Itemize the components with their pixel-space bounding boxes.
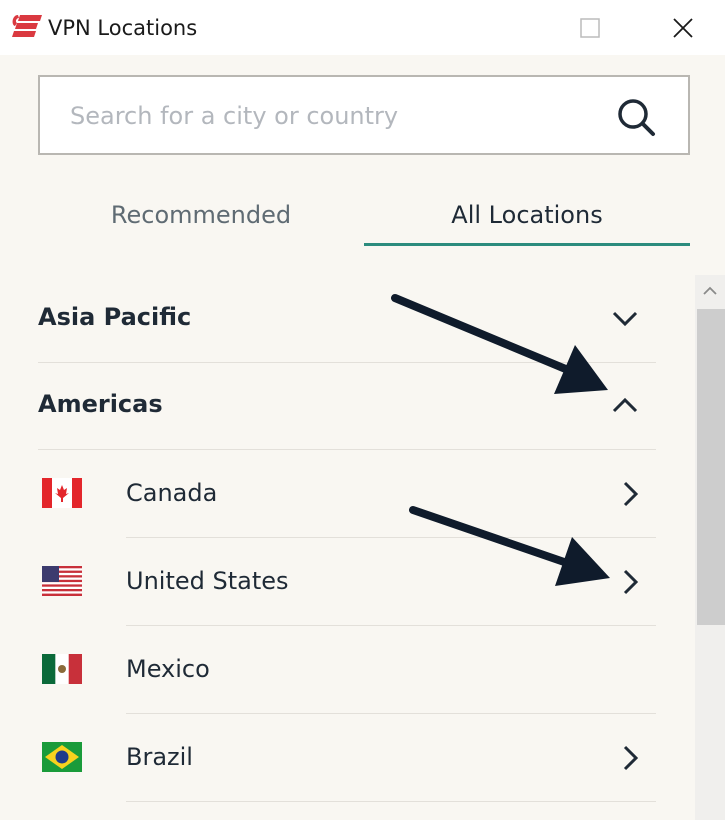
expressvpn-logo-icon [12,15,42,37]
maximize-button[interactable] [560,0,620,55]
chevron-right-icon [623,745,639,771]
region-label: Asia Pacific [38,303,192,331]
mexico-flag-icon [42,654,82,684]
brazil-flag-icon [42,742,82,772]
scrollbar-thumb[interactable] [697,309,725,625]
chevron-down-icon [612,311,638,327]
maximize-icon [580,17,600,38]
close-button[interactable] [653,0,713,55]
minimize-icon [486,26,506,29]
search-box [38,75,690,155]
close-icon [673,17,693,38]
us-flag-icon [42,566,82,596]
divider [126,801,656,802]
canada-flag-icon [42,478,82,508]
chevron-up-icon [612,397,638,413]
search-input[interactable] [70,97,610,135]
country-row-united-states[interactable]: United States [38,538,656,626]
country-label: Brazil [126,743,193,771]
country-label: Mexico [126,655,210,683]
chevron-right-icon [623,481,639,507]
minimize-button[interactable] [466,0,526,55]
scroll-up-button[interactable] [695,275,725,307]
tab-all-locations[interactable]: All Locations [364,190,690,246]
region-label: Americas [38,390,163,418]
country-row-canada[interactable]: Canada [38,450,656,538]
scrollbar[interactable] [695,275,725,820]
country-row-brazil[interactable]: Brazil [38,714,656,802]
window-title: VPN Locations [48,16,198,40]
location-list: Asia Pacific Americas Canada United Stat… [0,275,695,820]
country-row-mexico[interactable]: Mexico [38,626,656,714]
search-icon[interactable] [614,95,658,139]
tab-recommended[interactable]: Recommended [38,190,364,246]
country-label: Canada [126,479,218,507]
chevron-right-icon [623,569,639,595]
region-asia-pacific[interactable]: Asia Pacific [38,275,656,363]
title-bar: VPN Locations [0,0,725,55]
country-label: United States [126,567,289,595]
region-americas[interactable]: Americas [38,362,656,450]
chevron-up-icon [703,286,717,295]
